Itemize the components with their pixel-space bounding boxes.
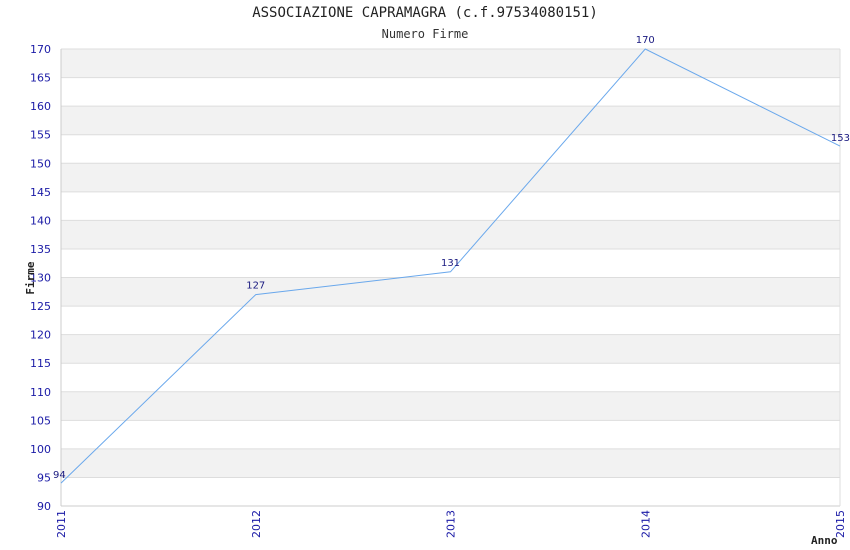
y-tick-label: 115 bbox=[30, 357, 51, 370]
x-tick-label: 2012 bbox=[250, 510, 263, 538]
grid-band bbox=[61, 448, 840, 478]
grid-band bbox=[61, 391, 840, 421]
grid-band bbox=[61, 220, 840, 249]
grid-band bbox=[61, 334, 840, 364]
y-tick-label: 165 bbox=[30, 72, 51, 85]
x-tick-label: 2011 bbox=[55, 510, 68, 538]
data-label: 131 bbox=[441, 258, 460, 269]
grid-band bbox=[61, 49, 840, 78]
y-tick-label: 125 bbox=[30, 300, 51, 313]
y-tick-label: 90 bbox=[37, 500, 51, 513]
x-tick-label: 2013 bbox=[445, 510, 458, 538]
y-tick-label: 170 bbox=[30, 43, 51, 56]
grid-band bbox=[61, 106, 840, 135]
grid-band bbox=[61, 163, 840, 192]
y-axis-label: Firme bbox=[24, 261, 37, 294]
y-tick-label: 145 bbox=[30, 186, 51, 199]
y-tick-label: 155 bbox=[30, 129, 51, 142]
y-tick-label: 105 bbox=[30, 414, 51, 427]
grid-band bbox=[61, 277, 840, 307]
y-tick-label: 120 bbox=[30, 329, 51, 342]
y-tick-label: 140 bbox=[30, 214, 51, 227]
data-label: 127 bbox=[246, 281, 265, 292]
y-tick-label: 135 bbox=[30, 243, 51, 256]
x-tick-label: 2014 bbox=[639, 510, 652, 538]
x-axis-label: Anno bbox=[811, 534, 838, 547]
data-label: 94 bbox=[53, 470, 66, 481]
y-tick-label: 100 bbox=[30, 443, 51, 456]
y-tick-label: 160 bbox=[30, 100, 51, 113]
y-tick-label: 150 bbox=[30, 157, 51, 170]
line-chart: 9095100105110115120125130135140145150155… bbox=[24, 35, 850, 547]
data-label: 170 bbox=[636, 35, 655, 46]
data-label: 153 bbox=[831, 133, 850, 144]
y-tick-label: 95 bbox=[37, 471, 51, 484]
y-tick-label: 110 bbox=[30, 386, 51, 399]
